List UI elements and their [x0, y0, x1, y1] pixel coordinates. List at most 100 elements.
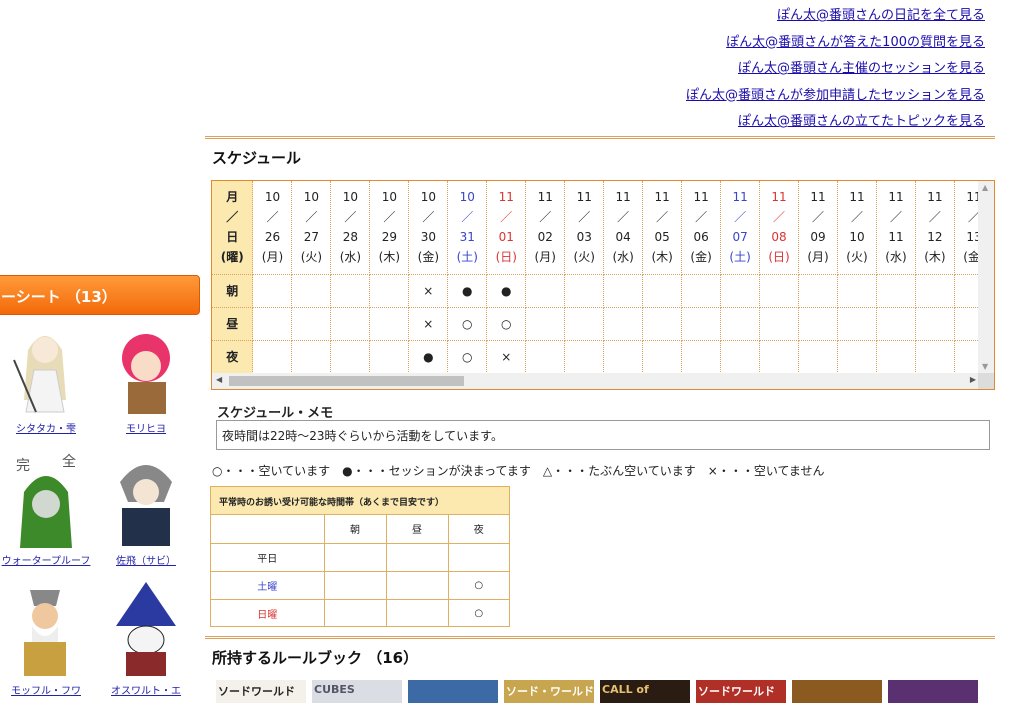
schedule-day-header: 11 ／ 01 (日) — [486, 181, 527, 275]
schedule-day-header: 11 ／ 03 (火) — [564, 181, 605, 275]
rulebooks-title: 所持するルールブック （16） — [212, 649, 419, 667]
schedule-cell — [369, 274, 410, 308]
character-name-link[interactable]: 佐飛（サビ） — [100, 552, 192, 567]
schedule-cell — [603, 307, 644, 341]
schedule-cell — [681, 340, 722, 374]
availability-header-cell: 昼 — [386, 515, 449, 544]
schedule-cell: ● — [486, 274, 527, 308]
schedule-cell — [525, 340, 566, 374]
schedule-day-header: 10 ／ 27 (火) — [291, 181, 332, 275]
schedule-cell: × — [408, 307, 449, 341]
character-sheet-header[interactable]: ーシート （13） — [0, 275, 200, 315]
applied-sessions-link[interactable]: ぽん太@番頭さんが参加申請したセッションを見る — [686, 85, 985, 112]
vertical-scrollbar[interactable]: ▲ ▼ — [978, 181, 994, 373]
schedule-cell — [525, 274, 566, 308]
character-name-link[interactable]: シタタカ・雫 — [0, 420, 92, 435]
schedule-day-header: 10 ／ 26 (月) — [252, 181, 293, 275]
character-name-link[interactable]: オスワルト・エ — [100, 682, 192, 697]
character-portrait-icon[interactable]: 完 全 — [6, 452, 84, 548]
scroll-up-icon[interactable]: ▲ — [982, 183, 988, 192]
schedule-time-label: 夜 — [212, 340, 254, 374]
schedule-cell — [798, 274, 838, 308]
schedule-day-header: 11 ／ 06 (金) — [681, 181, 722, 275]
schedule-date-header-label: 月／日 (曜) — [212, 181, 254, 275]
character-card[interactable]: オスワルト・エ — [100, 582, 192, 702]
availability-cell — [324, 543, 387, 572]
scrollbar-thumb[interactable] — [229, 376, 464, 386]
availability-day-weekday: 平日 — [211, 543, 325, 572]
horizontal-scrollbar[interactable]: ◀ ▶ — [212, 373, 980, 389]
schedule-table: 月／日 (曜) 10 ／ 26 (月) 10 ／ 27 (火) 10 ／ 28 (水) 10 ／ 29 (木) 10… — [212, 181, 994, 374]
rulebook-cover[interactable]: CALL of — [600, 680, 690, 703]
schedule-cell — [837, 307, 877, 341]
character-card[interactable]: モッフル・フワ — [0, 582, 92, 702]
character-portrait-icon[interactable] — [106, 582, 184, 678]
character-card[interactable]: シタタカ・雫 — [0, 320, 92, 440]
schedule-cell — [330, 274, 371, 308]
scroll-right-icon[interactable]: ▶ — [970, 375, 976, 384]
availability-cell: ○ — [448, 571, 509, 600]
schedule-cell — [603, 340, 644, 374]
schedule-cell — [681, 274, 722, 308]
schedule-cell — [642, 340, 683, 374]
schedule-cell: ● — [408, 340, 449, 374]
schedule-cell — [876, 274, 916, 308]
schedule-cell — [642, 274, 683, 308]
availability-day-sunday: 日曜 — [211, 599, 325, 627]
availability-header-cell: 夜 — [448, 515, 509, 544]
availability-day-saturday: 土曜 — [211, 571, 325, 600]
rulebook-cover[interactable] — [792, 680, 882, 703]
character-portrait-icon[interactable] — [6, 320, 84, 416]
schedule-cell: ○ — [486, 307, 527, 341]
character-name-link[interactable]: ウォータープルーフ — [0, 552, 92, 567]
schedule-cell — [330, 307, 371, 341]
scroll-down-icon[interactable]: ▼ — [982, 362, 988, 371]
schedule-day-header: 11 ／ 05 (木) — [642, 181, 683, 275]
schedule-memo-label: スケジュール・メモ — [217, 406, 334, 421]
schedule-time-label: 昼 — [212, 307, 254, 341]
rulebook-cover[interactable] — [888, 680, 978, 703]
schedule-cell — [837, 340, 877, 374]
character-portrait-icon[interactable] — [106, 452, 184, 548]
diary-link[interactable]: ぽん太@番頭さんの日記を全て見る — [686, 5, 985, 32]
character-portrait-icon[interactable] — [106, 320, 184, 416]
hosted-sessions-link[interactable]: ぽん太@番頭さん主催のセッションを見る — [686, 58, 985, 85]
character-name-link[interactable]: モリヒヨ — [100, 420, 192, 435]
schedule-day-header: 11 ／ 02 (月) — [525, 181, 566, 275]
schedule-cell — [759, 274, 800, 308]
rulebook-cover[interactable]: ソード・ワールド — [504, 680, 594, 703]
availability-header-cell: 朝 — [324, 515, 387, 544]
rulebook-cover[interactable]: CUBES — [312, 680, 402, 703]
schedule-cell — [798, 307, 838, 341]
character-card[interactable]: モリヒヨ — [100, 320, 192, 440]
rulebook-list: ソードワールド CUBES ソード・ワールド CALL of ソードワールド — [216, 680, 996, 703]
rulebook-cover[interactable]: ソードワールド — [216, 680, 306, 703]
character-portrait-icon[interactable] — [6, 582, 84, 678]
schedule-cell — [564, 274, 605, 308]
character-name-link[interactable]: モッフル・フワ — [0, 682, 92, 697]
user-links: ぽん太@番頭さんの日記を全て見る ぽん太@番頭さんが答えた100の質問を見る ぽ… — [686, 5, 985, 138]
character-card[interactable]: 完 全 ウォータープルーフ — [0, 452, 92, 572]
schedule-cell — [369, 340, 410, 374]
schedule-cell — [837, 274, 877, 308]
schedule-cell — [291, 274, 332, 308]
schedule-day-header: 11 ／ 04 (水) — [603, 181, 644, 275]
schedule-cell — [252, 274, 293, 308]
left-sidebar: ーシート （13） シタタカ・雫 モリヒヨ 完 全 ウォータープルーフ 佐飛（サ… — [0, 0, 205, 703]
schedule-legend: ○・・・空いています ●・・・セッションが決まってます △・・・たぶん空いていま… — [212, 464, 825, 478]
rulebook-cover[interactable]: ソードワールド — [696, 680, 786, 703]
schedule-day-header: 11 ／ 07 (土) — [720, 181, 761, 275]
questions-link[interactable]: ぽん太@番頭さんが答えた100の質問を見る — [686, 32, 985, 59]
schedule-cell — [564, 340, 605, 374]
schedule-cell — [915, 274, 955, 308]
schedule-grid[interactable]: 月／日 (曜) 10 ／ 26 (月) 10 ／ 27 (火) 10 ／ 28 (水) 10 ／ 29 (木) 10… — [211, 180, 995, 390]
schedule-day-header: 11 ／ 09 (月) — [798, 181, 838, 275]
schedule-cell — [915, 307, 955, 341]
character-card[interactable]: 佐飛（サビ） — [100, 452, 192, 572]
schedule-cell — [252, 340, 293, 374]
rulebook-cover[interactable] — [408, 680, 498, 703]
scroll-left-icon[interactable]: ◀ — [216, 375, 222, 384]
schedule-time-label: 朝 — [212, 274, 254, 308]
topics-link[interactable]: ぽん太@番頭さんの立てたトピックを見る — [686, 111, 985, 138]
scrollbar-corner — [978, 373, 994, 389]
